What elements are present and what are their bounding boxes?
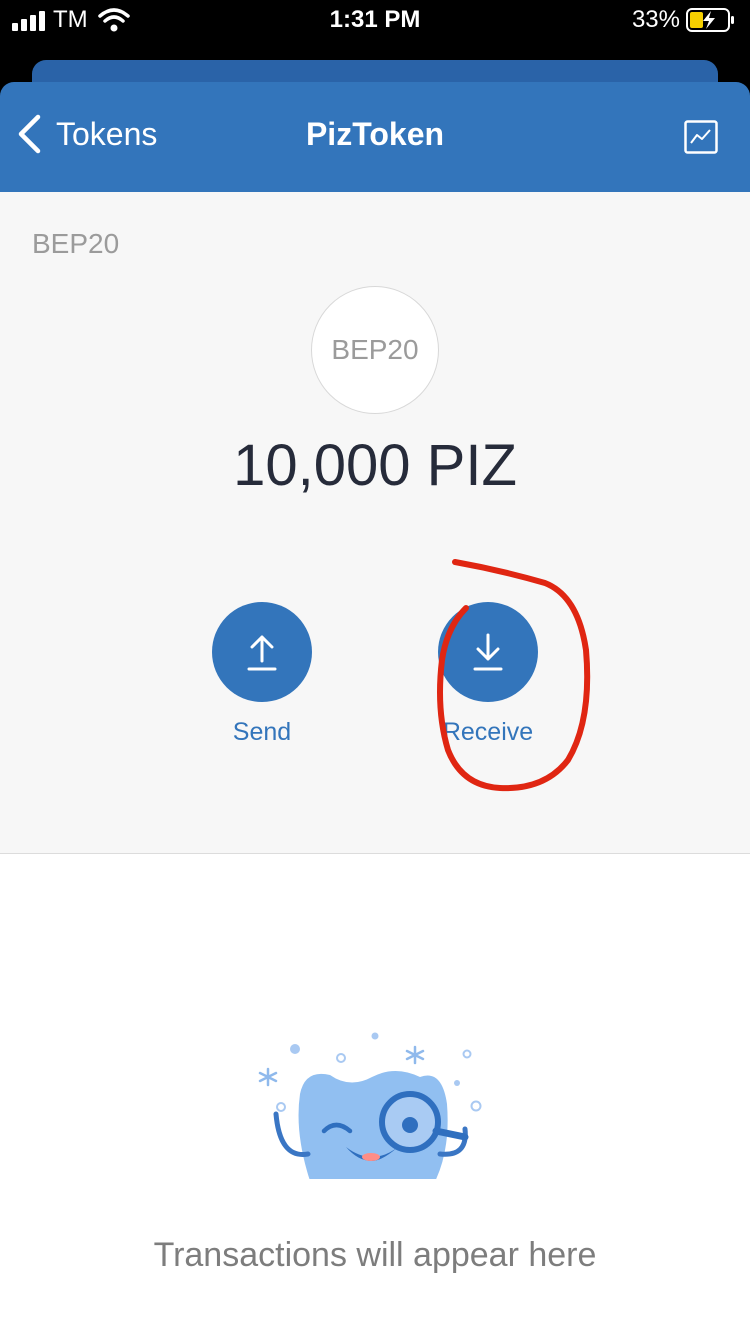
receive-label: Receive bbox=[442, 718, 534, 746]
nav-bar: Tokens PizToken bbox=[0, 82, 750, 192]
back-label: Tokens bbox=[56, 115, 158, 152]
receive-circle bbox=[438, 602, 538, 702]
token-header: BEP20 BEP20 10,000 PIZ Send Receive bbox=[0, 192, 750, 854]
mascot-magnifier-illustration bbox=[258, 1032, 482, 1179]
token-logo-text: BEP20 bbox=[331, 334, 419, 365]
empty-state-message: Transactions will appear here bbox=[153, 1236, 597, 1274]
status-right: 33% bbox=[632, 6, 736, 34]
chevron-left-icon bbox=[18, 114, 41, 154]
send-button[interactable]: Send bbox=[192, 602, 332, 747]
send-circle bbox=[212, 602, 312, 702]
chart-icon[interactable] bbox=[684, 120, 718, 154]
token-balance: 10,000 PIZ bbox=[233, 433, 517, 498]
download-arrow-icon bbox=[473, 633, 503, 671]
network-label: BEP20 bbox=[32, 228, 120, 259]
upload-arrow-icon bbox=[247, 635, 277, 671]
screen: TM 1:31 PM 33% Tokens PizToken BEP20 BEP… bbox=[0, 0, 750, 1334]
token-logo: BEP20 bbox=[311, 286, 439, 414]
send-label: Send bbox=[232, 718, 292, 746]
transactions-empty-state: Transactions will appear here bbox=[0, 854, 750, 1334]
receive-button[interactable]: Receive bbox=[418, 602, 558, 747]
back-button[interactable]: Tokens bbox=[16, 114, 157, 154]
status-bar: TM 1:31 PM 33% bbox=[0, 0, 750, 44]
battery-percent: 33% bbox=[631, 6, 680, 33]
battery-charging-icon bbox=[686, 8, 734, 32]
